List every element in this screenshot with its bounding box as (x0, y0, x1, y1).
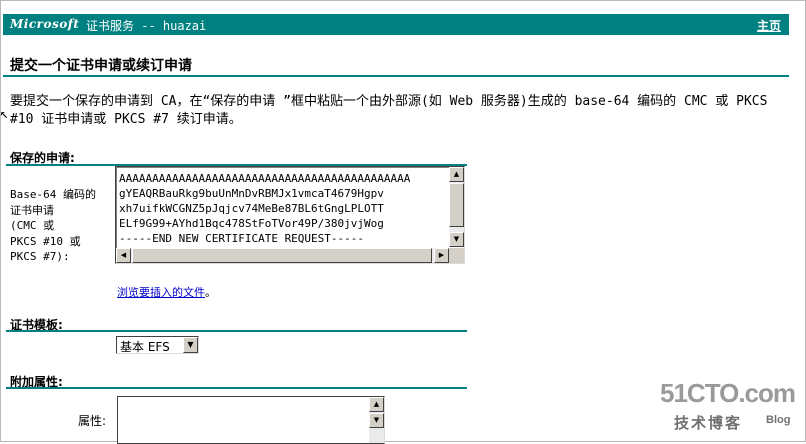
watermark-blog: Blog (766, 414, 791, 426)
mouse-cursor-icon: ↖ (0, 106, 9, 122)
page-title: 提交一个证书申请或续订申请 (10, 58, 192, 74)
browse-line: 浏览要插入的文件。 (117, 284, 216, 300)
attributes-scrollbar[interactable]: ▲ ▼ (369, 397, 384, 443)
request-line: -----END NEW CERTIFICATE REQUEST----- (119, 232, 365, 245)
browse-file-link[interactable]: 浏览要插入的文件 (117, 286, 205, 299)
field-label-line: PKCS #10 或 (10, 234, 81, 248)
request-line: AAAAAAAAAAAAAAAAAAAAAAAAAAAAAAAAAAAAAAAA… (119, 172, 411, 185)
scroll-up-icon[interactable]: ▲ (369, 397, 384, 412)
attributes-field-label: 属性: (78, 414, 107, 428)
scroll-left-icon[interactable]: ◀ (116, 248, 131, 263)
scroll-down-icon[interactable]: ▼ (449, 232, 464, 247)
field-label-line: 证书申请 (10, 203, 54, 217)
saved-request-content: AAAAAAAAAAAAAAAAAAAAAAAAAAAAAAAAAAAAAAAA… (119, 171, 410, 246)
scrollbar-corner (449, 248, 464, 263)
template-selected-value: 基本 EFS (120, 340, 170, 354)
scroll-down-icon[interactable]: ▼ (369, 413, 384, 428)
scroll-up-icon[interactable]: ▲ (449, 167, 464, 182)
field-label-line: Base-64 编码的 (10, 188, 96, 201)
request-line: ELf9G99+AYhd1Bqc478StFoTVor49P/380jvjWog (119, 217, 384, 230)
field-label-line: (CMC 或 (10, 219, 55, 232)
header-bar: Microsoft 证书服务 -- huazai 主页 (3, 14, 789, 35)
microsoft-logo: Microsoft (10, 17, 80, 31)
field-label-line: PKCS #7): (10, 250, 70, 263)
saved-request-field-label: Base-64 编码的 证书申请 (CMC 或 PKCS #10 或 PKCS #7): (10, 187, 96, 265)
request-line: gYEAQRBauRkg9buUnMnDvRBMJx1vmcaT4679Hgpv (119, 187, 384, 200)
watermark-site: 51CTO.com (660, 378, 796, 408)
request-line: xh7uifkWCGNZ5pJqjcv74MeBe87BL6tGngLPLOTT (119, 202, 384, 215)
title-divider (3, 75, 789, 77)
scroll-thumb[interactable] (449, 183, 464, 227)
template-divider (6, 330, 467, 332)
header-title: 证书服务 -- huazai (86, 19, 207, 33)
intro-text: 要提交一个保存的申请到 CA，在“保存的申请 ”框中粘贴一个由外部源(如 Web… (10, 94, 768, 127)
watermark: 51CTO.com 技术博客 Blog (648, 378, 804, 440)
scroll-right-icon[interactable]: ▶ (434, 248, 449, 263)
chevron-down-icon[interactable]: ▼ (183, 337, 198, 353)
watermark-label: 技术博客 (674, 414, 743, 432)
attributes-textarea[interactable]: ▲ ▼ (117, 396, 385, 444)
home-link[interactable]: 主页 (757, 17, 781, 34)
attributes-divider (6, 387, 467, 389)
horizontal-scrollbar[interactable]: ◀ ▶ (116, 248, 449, 263)
scroll-thumb-horizontal[interactable] (132, 248, 432, 263)
browse-suffix: 。 (205, 286, 216, 299)
template-select[interactable]: 基本 EFS ▼ (116, 336, 199, 354)
saved-request-textarea[interactable]: AAAAAAAAAAAAAAAAAAAAAAAAAAAAAAAAAAAAAAAA… (115, 166, 465, 264)
vertical-scrollbar[interactable]: ▲ ▼ (449, 167, 464, 247)
